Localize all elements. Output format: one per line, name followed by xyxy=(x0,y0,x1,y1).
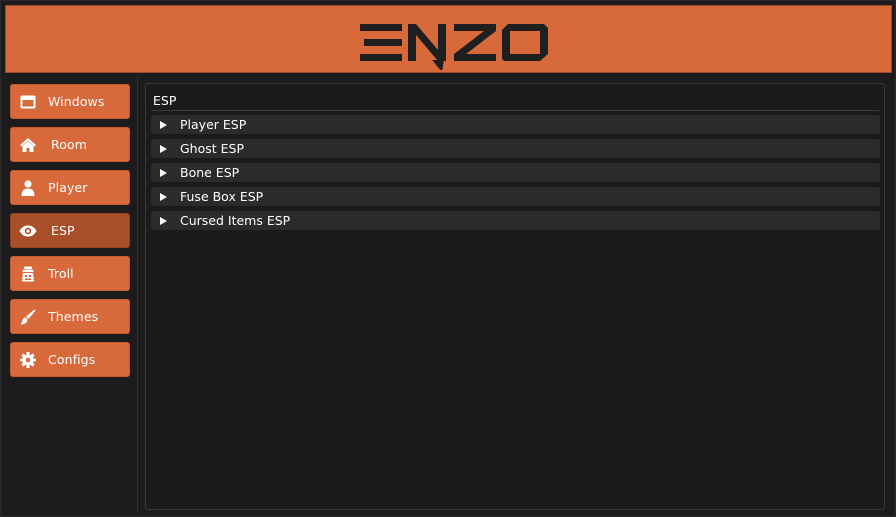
esp-panel: ESP Player ESP Ghost ESP Bone ESP Fuse B… xyxy=(145,83,885,510)
section-player-esp[interactable]: Player ESP xyxy=(151,115,880,134)
section-label: Fuse Box ESP xyxy=(180,189,264,204)
section-label: Player ESP xyxy=(180,117,247,132)
sidebar-item-player[interactable]: Player xyxy=(10,170,130,205)
eye-icon xyxy=(19,222,37,240)
section-bone-esp[interactable]: Bone ESP xyxy=(151,163,880,182)
section-fuse-box-esp[interactable]: Fuse Box ESP xyxy=(151,187,880,206)
section-cursed-items-esp[interactable]: Cursed Items ESP xyxy=(151,211,880,230)
arrow-right-icon xyxy=(160,192,167,201)
sidebar-item-label: Themes xyxy=(48,309,99,324)
sidebar-item-label: Configs xyxy=(48,352,96,367)
section-label: Ghost ESP xyxy=(180,141,245,156)
sidebar-item-configs[interactable]: Configs xyxy=(10,342,130,377)
arrow-right-icon xyxy=(160,168,167,177)
sidebar-item-room[interactable]: Room xyxy=(10,127,130,162)
sidebar-item-esp[interactable]: ESP xyxy=(10,213,130,248)
section-ghost-esp[interactable]: Ghost ESP xyxy=(151,139,880,158)
arrow-right-icon xyxy=(160,144,167,153)
gear-icon xyxy=(19,351,37,369)
window-icon xyxy=(19,93,37,111)
sidebar-item-label: Windows xyxy=(48,94,105,109)
arrow-right-icon xyxy=(160,120,167,129)
user-icon xyxy=(19,179,37,197)
home-icon xyxy=(19,136,37,154)
section-label: Bone ESP xyxy=(180,165,240,180)
page-title: ESP xyxy=(153,93,177,108)
sidebar-item-windows[interactable]: Windows xyxy=(10,84,130,119)
sidebar: Windows Room Player ESP Troll Themes Con… xyxy=(1,77,138,513)
header-bar xyxy=(5,5,892,73)
arrow-right-icon xyxy=(160,216,167,225)
brush-icon xyxy=(19,308,37,326)
enzo-logo xyxy=(360,24,548,70)
sidebar-item-themes[interactable]: Themes xyxy=(10,299,130,334)
sidebar-item-troll[interactable]: Troll xyxy=(10,256,130,291)
sidebar-item-label: Player xyxy=(48,180,88,195)
troll-icon xyxy=(19,265,37,283)
section-label: Cursed Items ESP xyxy=(180,213,291,228)
sidebar-item-label: Troll xyxy=(48,266,74,281)
sidebar-item-label: Room xyxy=(51,137,87,152)
sidebar-item-label: ESP xyxy=(51,223,75,238)
app-window: Windows Room Player ESP Troll Themes Con… xyxy=(0,0,896,517)
title-divider xyxy=(151,110,879,111)
